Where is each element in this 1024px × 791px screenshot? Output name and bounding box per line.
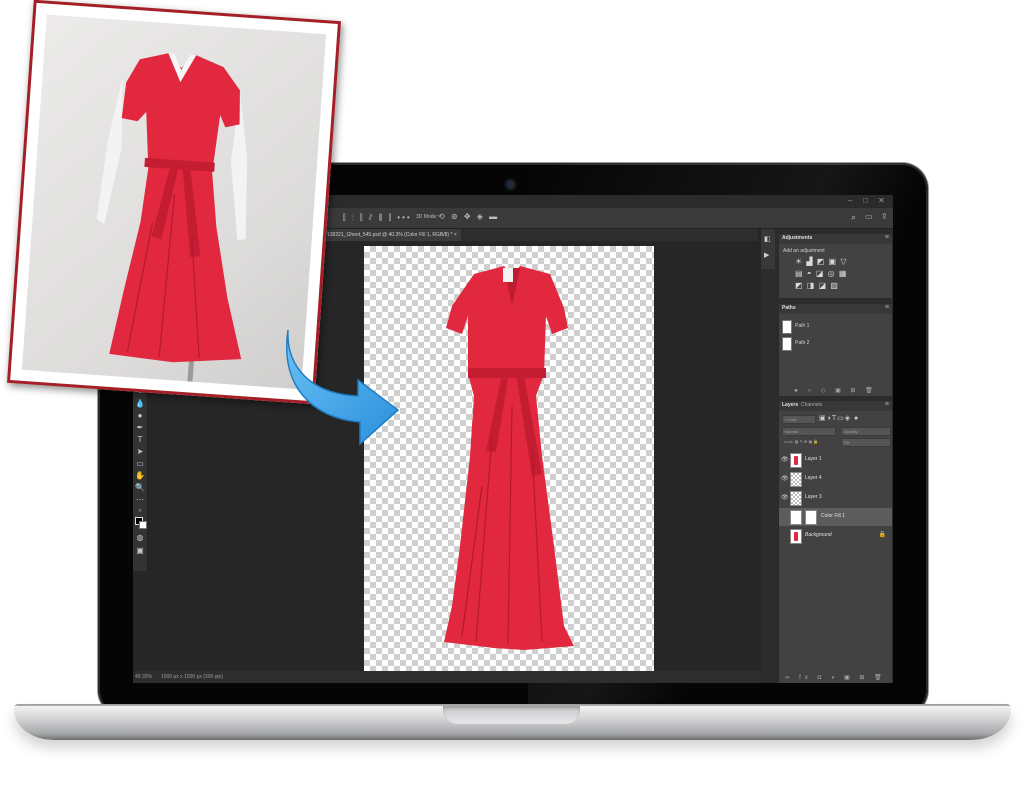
layers-panel: Layers Channels ≡ ⌕ Kind ▣◑T▭◈ ● Normal … (778, 400, 893, 683)
layer-thumbnail (790, 529, 802, 544)
rectangle-tool-icon[interactable]: ▭ (135, 459, 145, 469)
path-name: Path 1 (795, 323, 810, 329)
laptop-notch (443, 706, 580, 724)
layer-row-selected[interactable]: Color Fill 1 (779, 508, 892, 526)
share-icon[interactable]: ⇪ (881, 212, 888, 221)
lock-label: Lock: (784, 439, 794, 444)
layer-row[interactable]: 👁 Layer 3 (779, 489, 892, 507)
layer-thumbnail (790, 453, 802, 468)
eye-icon[interactable]: 👁 (781, 456, 789, 463)
layer-row[interactable]: Background 🔒 (779, 527, 892, 545)
more-tools-icon[interactable]: ⋯ (135, 495, 145, 505)
path-name: Path 2 (795, 340, 810, 346)
tab-channels[interactable]: Channels (801, 402, 822, 408)
lock-controls[interactable]: Lock: ▦ ✎ ✥ ▣ 🔒 (782, 438, 834, 445)
zoom-level[interactable]: 40.33% (135, 671, 152, 683)
play-icon[interactable]: ▶ (764, 251, 769, 259)
dodge-tool-icon[interactable]: ● (135, 411, 145, 421)
arrow-curved-icon (286, 329, 400, 446)
opacity-label: Opacity: (844, 429, 859, 434)
layer-row[interactable]: 👁 Layer 1 (779, 451, 892, 469)
screen-mode-icon[interactable]: ▣ (135, 546, 145, 556)
3d-mode-icons[interactable]: ⟲ ⊛ ✥ ◈ ▬ (438, 212, 499, 221)
paths-footer-icons[interactable]: ● ○ ◇ ▣ ⊞ 🗑 (779, 386, 892, 396)
panel-menu-icon[interactable]: ≡ (885, 234, 889, 241)
zoom-tool-icon[interactable]: 🔍 (135, 483, 145, 493)
search-icon[interactable]: ⌕ (851, 212, 859, 223)
layer-mask-thumbnail (805, 510, 817, 525)
filter-icons[interactable]: ▣◑T▭◈ ● (819, 414, 859, 422)
panel-menu-icon[interactable]: ≡ (885, 304, 889, 311)
webcam (506, 180, 515, 189)
layer-thumbnail (790, 510, 802, 525)
edit-toolbar-icon[interactable]: ▫ (135, 506, 145, 516)
layer-thumbnail (790, 472, 802, 487)
adjustments-header: Adjustments ≡ (779, 234, 892, 244)
layer-name: Color Fill 1 (821, 513, 845, 519)
collapsed-panels: ◧ ▶ (761, 229, 775, 269)
paths-panel: Paths ≡ Path 1 Path 2 ● ○ ◇ ▣ ⊞ 🗑 (778, 303, 893, 397)
blur-tool-icon[interactable]: 💧 (135, 399, 145, 409)
path-item[interactable]: Path 2 (779, 335, 892, 351)
background-color[interactable] (139, 521, 147, 529)
fill-label: Fill: (844, 440, 851, 445)
path-item[interactable]: Path 1 (779, 318, 892, 334)
3d-mode-label: 3D Mode: (416, 214, 438, 220)
layer-name: Layer 1 (805, 456, 822, 462)
maximize-icon[interactable]: □ (863, 196, 868, 205)
path-thumbnail (782, 337, 792, 351)
document-tab[interactable]: 138221_Ghent_545.psd @ 40.3% (Color Fill… (323, 229, 461, 241)
adjustment-icons-row-1[interactable]: ☀ ▟ ◩ ▣ ▽ (795, 257, 847, 266)
workspace-icon[interactable]: ▭ (865, 212, 873, 221)
layer-name: Layer 4 (805, 475, 822, 481)
adjustments-hint: Add an adjustment (783, 248, 825, 254)
eye-icon[interactable]: 👁 (781, 494, 789, 501)
adjustments-title[interactable]: Adjustments (782, 235, 812, 241)
lock-icon: 🔒 (878, 532, 886, 538)
quick-mask-icon[interactable]: ◍ (135, 533, 145, 543)
path-select-icon[interactable]: ➤ (135, 447, 145, 457)
pen-tool-icon[interactable]: ✒ (135, 423, 145, 433)
fill-field[interactable]: Fill: (841, 438, 891, 447)
paths-title[interactable]: Paths (782, 305, 796, 311)
doc-size: 1000 px x 1500 px (300 ppi) (161, 674, 223, 680)
history-icon[interactable]: ◧ (764, 235, 771, 243)
tab-layers[interactable]: Layers (782, 402, 798, 408)
blend-mode-label: Normal (785, 429, 798, 434)
layer-name: Background (805, 532, 832, 538)
paths-header: Paths ≡ (779, 304, 892, 314)
document-tab-label: 138221_Ghent_545.psd @ 40.3% (Color Fill… (327, 232, 453, 238)
layer-thumbnail (790, 491, 802, 506)
layers-header: Layers Channels ≡ (779, 401, 892, 411)
panel-menu-icon[interactable]: ≡ (885, 401, 889, 408)
minimize-icon[interactable]: – (848, 196, 852, 205)
close-icon[interactable]: ✕ (878, 196, 885, 205)
layers-footer-icons[interactable]: ∞ fx ◘ ◑ ▣ ⊞ 🗑 (779, 673, 892, 683)
blend-mode-select[interactable]: Normal (782, 427, 836, 436)
layer-row[interactable]: 👁 Layer 4 (779, 470, 892, 488)
opacity-field[interactable]: Opacity: (841, 427, 891, 436)
type-tool-icon[interactable]: T (135, 435, 145, 445)
dress-cutout (444, 266, 574, 650)
path-thumbnail (782, 320, 792, 334)
adjustment-icons-row-2[interactable]: ▤ ◓ ◪ ◎ ▦ (795, 269, 847, 278)
document-canvas[interactable] (364, 246, 654, 672)
adjustments-panel: Adjustments ≡ Add an adjustment ☀ ▟ ◩ ▣ … (778, 233, 893, 299)
filter-kind-label: Kind (788, 417, 797, 422)
status-bar: 40.33% 1000 px x 1500 px (300 ppi) (133, 671, 761, 683)
hand-tool-icon[interactable]: ✋ (135, 471, 145, 481)
layer-filter-select[interactable]: ⌕ Kind (782, 415, 816, 424)
align-icons[interactable]: ⫿ ⫶ ⫿ ⫽ ⫼ ⫿ ••• (343, 213, 412, 223)
eye-icon[interactable]: 👁 (781, 475, 789, 482)
layer-name: Layer 3 (805, 494, 822, 500)
adjustment-icons-row-3[interactable]: ◩ ◨ ◪ ▨ (795, 281, 839, 290)
